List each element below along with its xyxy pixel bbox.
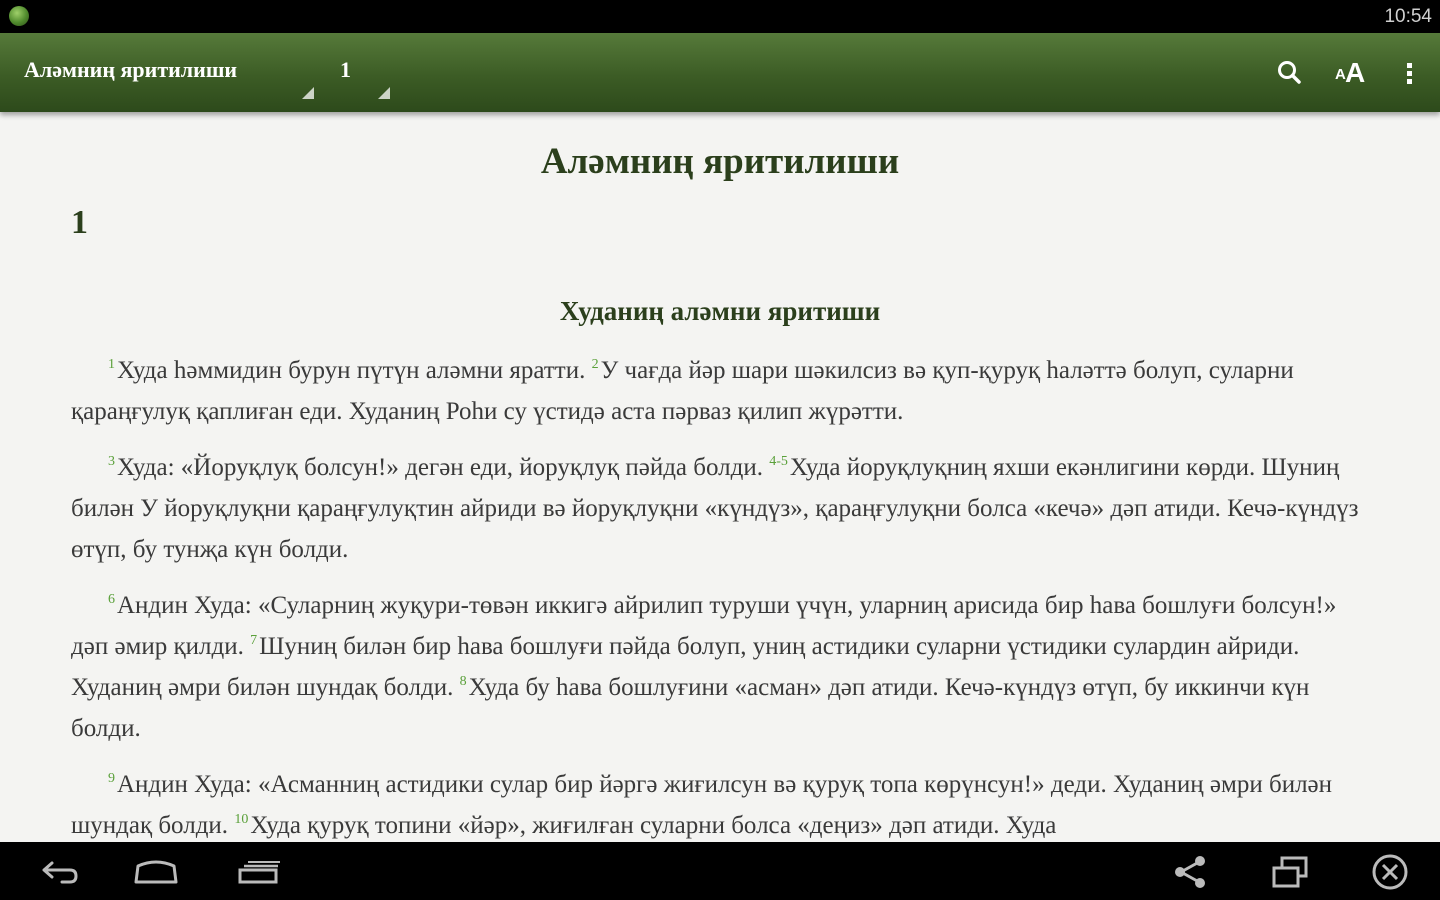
- window-icon: [1272, 856, 1308, 888]
- share-icon: [1175, 856, 1205, 888]
- status-time: 10:54: [1384, 6, 1432, 27]
- book-selector[interactable]: Аләмниң яритилиши: [24, 57, 314, 99]
- book-selector-label: Аләмниң яритилиши: [24, 57, 238, 82]
- scripture-paragraph: 6Андин Худа: «Суларниң жуқури-төвән икки…: [71, 585, 1371, 749]
- app-icon: [9, 6, 29, 26]
- status-bar: 10:54: [0, 0, 1440, 33]
- scripture-text: 1Худа һәммидин бурун пүтүн аләмни яратти…: [71, 350, 1371, 842]
- verse-number[interactable]: 1: [108, 357, 115, 372]
- chapter-selector-label: 1: [340, 57, 351, 82]
- recent-apps-icon: [238, 861, 280, 884]
- verse-number[interactable]: 4-5: [769, 454, 788, 469]
- chapter-number: 1: [71, 204, 88, 241]
- recent-apps-button[interactable]: [232, 852, 284, 892]
- close-icon: [1372, 854, 1408, 890]
- share-button[interactable]: [1165, 852, 1217, 892]
- chapter-selector[interactable]: 1: [340, 57, 390, 99]
- back-button[interactable]: [32, 852, 84, 892]
- navigation-bar: [0, 842, 1440, 900]
- overflow-menu-icon: [1407, 63, 1412, 84]
- scripture-paragraph: 1Худа һәммидин бурун пүтүн аләмни яратти…: [71, 350, 1371, 432]
- verse-number[interactable]: 8: [460, 674, 467, 689]
- book-title: Аләмниң яритилиши: [540, 141, 900, 182]
- action-bar: Аләмниң яритилиши 1 AA: [0, 33, 1440, 112]
- scripture-paragraph: 9Андин Худа: «Асманниң астидики сулар би…: [71, 764, 1371, 842]
- verse-number[interactable]: 9: [108, 771, 115, 786]
- close-button[interactable]: [1366, 852, 1418, 892]
- verse-number[interactable]: 10: [234, 812, 248, 827]
- verse-number[interactable]: 6: [108, 592, 115, 607]
- search-icon: [1278, 61, 1301, 84]
- section-heading: Худаниң аләмни яритиши: [559, 296, 881, 326]
- verse-text: Худа қуруқ топини «йәр», жиғилған суларн…: [250, 812, 1057, 839]
- dropdown-indicator-icon: [378, 87, 390, 99]
- overflow-menu-button[interactable]: [1392, 53, 1428, 93]
- verse-text: Худа һәммидин бурун пүтүн аләмни яратти.: [117, 357, 592, 384]
- font-size-button[interactable]: AA: [1330, 53, 1370, 93]
- back-icon: [42, 861, 78, 884]
- search-button[interactable]: [1270, 53, 1310, 93]
- verse-number[interactable]: 2: [592, 357, 599, 372]
- reading-pane[interactable]: Аләмниң яритилиши 1 Худаниң аләмни ярити…: [0, 112, 1440, 842]
- window-button[interactable]: [1266, 852, 1318, 892]
- verse-text: Худа: «Йоруқлуқ болсун!» дегән еди, йору…: [117, 454, 770, 481]
- verse-number[interactable]: 3: [108, 454, 115, 469]
- dropdown-indicator-icon: [302, 87, 314, 99]
- scripture-paragraph: 3Худа: «Йоруқлуқ болсун!» дегән еди, йор…: [71, 447, 1371, 570]
- home-button[interactable]: [130, 852, 182, 892]
- home-icon: [134, 860, 178, 884]
- verse-number[interactable]: 7: [250, 633, 257, 648]
